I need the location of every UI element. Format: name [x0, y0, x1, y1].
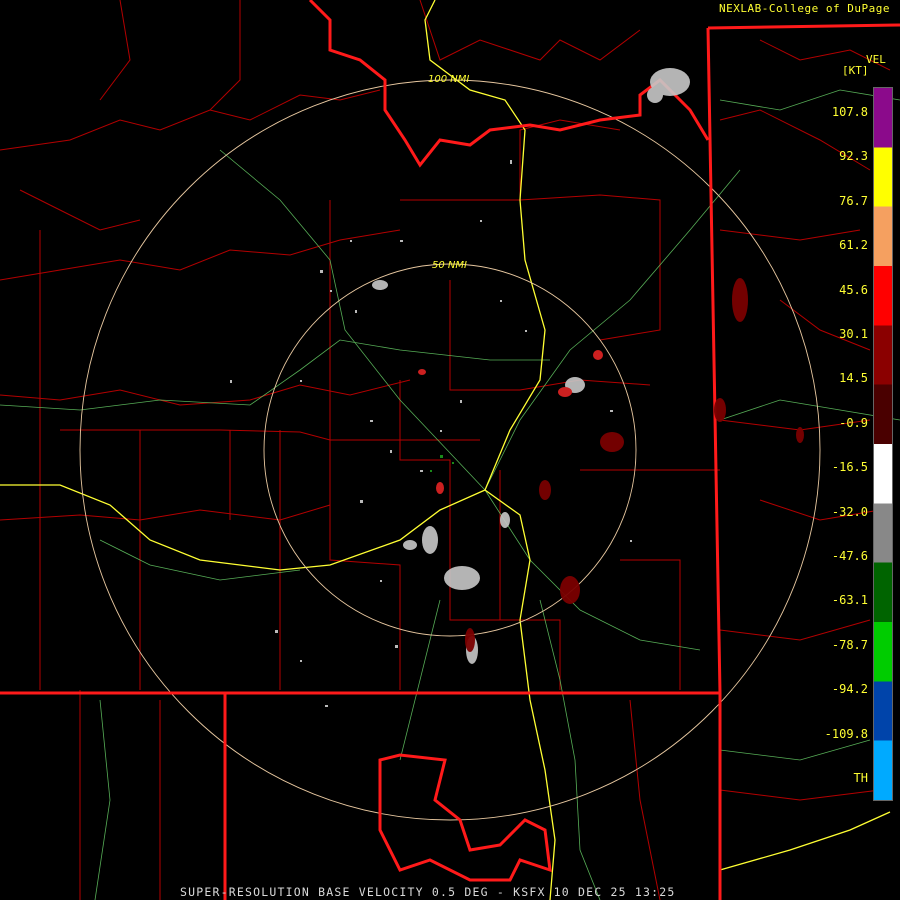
legend-label: -32.0: [831, 504, 868, 519]
velocity-color-bar: [873, 87, 893, 801]
legend-title: VEL: [866, 53, 886, 66]
credit-text: NEXLAB-College of DuPage: [719, 2, 890, 15]
legend-unit: [KT]: [842, 64, 869, 77]
legend-label: 61.2: [839, 238, 868, 253]
legend-label: -47.6: [831, 549, 868, 563]
legend-label: 14.5: [839, 371, 868, 386]
legend-label: 92.3: [839, 149, 868, 164]
legend-label: -109.8: [824, 726, 868, 741]
legend-label: -94.2: [831, 682, 868, 697]
ring-100nmi: [79, 79, 821, 821]
legend-label: 45.6: [839, 282, 868, 297]
state-boundaries: [0, 0, 900, 900]
legend-label: TH: [853, 771, 868, 785]
radar-map: 100 NMI 50 NMI: [0, 0, 900, 900]
legend-label: 107.8: [831, 105, 868, 119]
legend-label: -16.5: [831, 460, 868, 475]
ring-label-50nmi: 50 NMI: [432, 260, 467, 271]
product-footer: SUPER-RESOLUTION BASE VELOCITY 0.5 DEG -…: [180, 885, 676, 899]
legend-label: 76.7: [839, 193, 868, 208]
ring-label-100nmi: 100 NMI: [428, 74, 469, 85]
legend-label: 30.1: [839, 327, 868, 341]
legend-label: -63.1: [831, 593, 868, 608]
range-rings: [79, 79, 821, 821]
legend-label: -0.9: [839, 415, 868, 430]
legend-label: -78.7: [831, 637, 868, 652]
